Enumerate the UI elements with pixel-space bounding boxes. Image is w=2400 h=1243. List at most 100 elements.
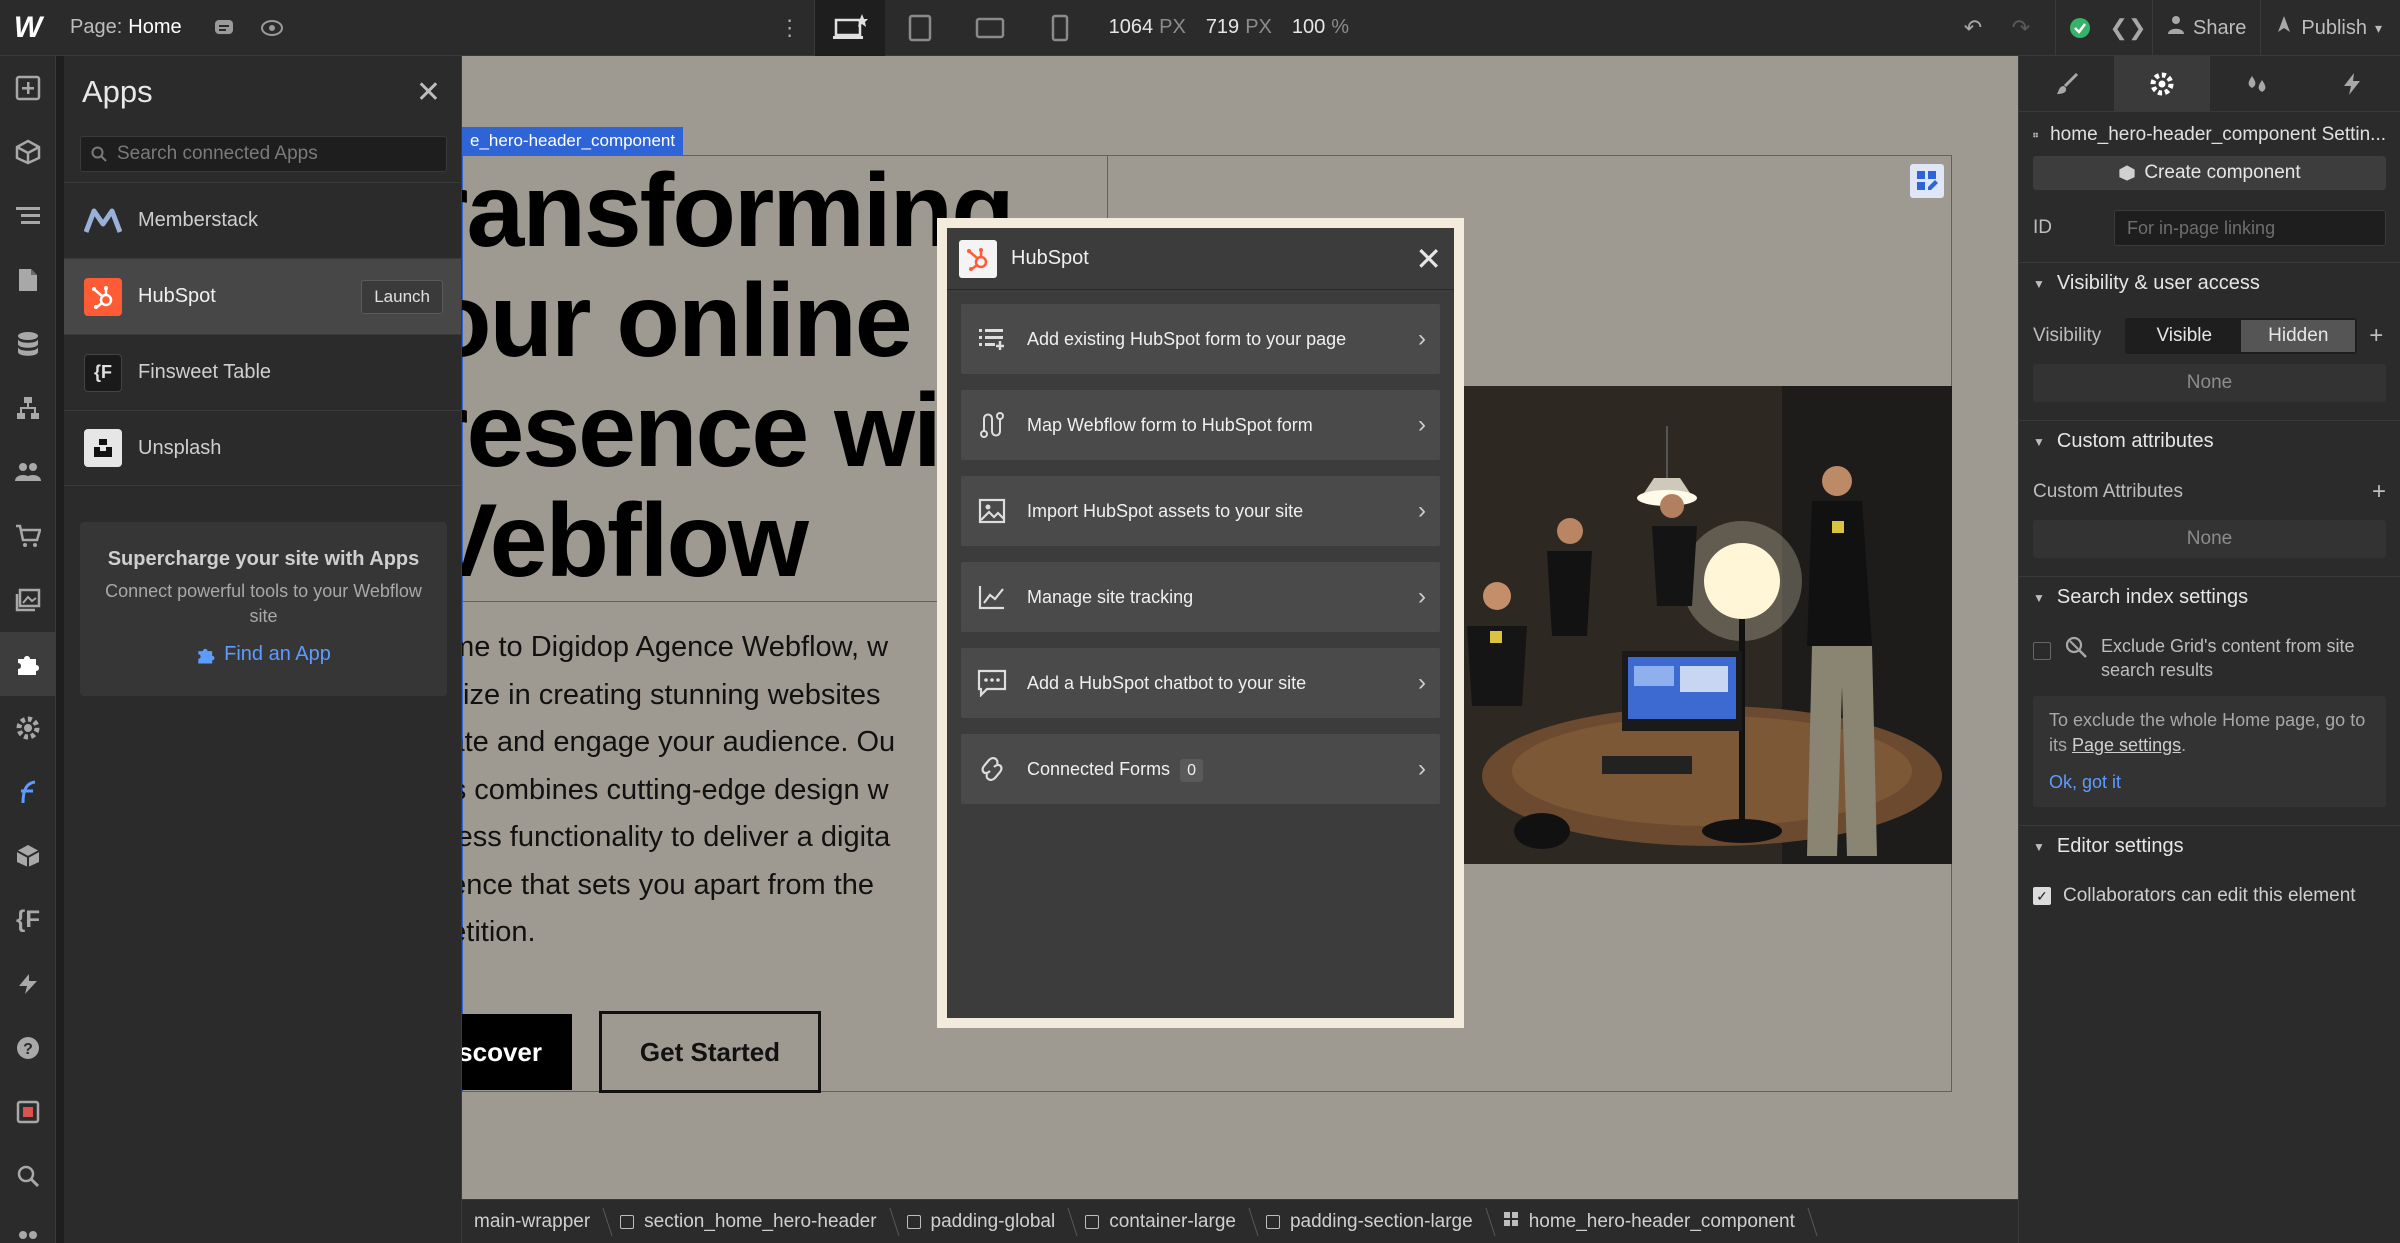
assets-icon[interactable] bbox=[0, 568, 56, 632]
publish-button[interactable]: Publish ▾ bbox=[2261, 0, 2400, 56]
package-box-icon[interactable] bbox=[0, 824, 56, 888]
rocket-icon bbox=[2275, 15, 2293, 41]
interactions-lightning-icon[interactable] bbox=[2305, 56, 2400, 111]
search-icon[interactable] bbox=[0, 1144, 56, 1208]
finsweet-attributes-icon[interactable] bbox=[0, 760, 56, 824]
app-item-memberstack[interactable]: Memberstack bbox=[64, 182, 461, 258]
close-icon[interactable]: ✕ bbox=[1415, 240, 1442, 278]
settings-gear-icon[interactable] bbox=[0, 696, 56, 760]
breadcrumb-item[interactable]: container-large bbox=[1073, 1200, 1254, 1243]
style-manager-drops-icon[interactable] bbox=[2210, 56, 2305, 111]
breadcrumb-item[interactable]: section_home_hero-header bbox=[608, 1200, 894, 1243]
ok-got-it-link[interactable]: Ok, got it bbox=[2049, 770, 2370, 795]
page-settings-link[interactable]: Page settings bbox=[2072, 735, 2181, 755]
breadcrumb-item[interactable]: home_hero-header_component bbox=[1491, 1200, 1813, 1243]
selected-element-label[interactable]: e_hero-header_component bbox=[462, 127, 684, 155]
users-icon[interactable] bbox=[0, 440, 56, 504]
webflow-logo[interactable]: W bbox=[0, 0, 56, 56]
breadcrumb-item[interactable]: padding-global bbox=[895, 1200, 1074, 1243]
section-title: Search index settings bbox=[2056, 586, 2249, 608]
components-icon[interactable] bbox=[0, 120, 56, 184]
redo-icon[interactable]: ↷ bbox=[1997, 0, 2045, 56]
hubspot-action-chatbot[interactable]: Add a HubSpot chatbot to your site › bbox=[961, 648, 1440, 718]
exclude-search-checkbox[interactable] bbox=[2033, 642, 2051, 660]
share-button[interactable]: Share bbox=[2153, 0, 2260, 56]
hidden-option[interactable]: Hidden bbox=[2241, 320, 2356, 352]
add-elements-icon[interactable] bbox=[0, 56, 56, 120]
app-item-hubspot[interactable]: HubSpot Launch bbox=[64, 258, 461, 334]
custom-attributes-section-header[interactable]: ▼ Custom attributes bbox=[2019, 420, 2400, 462]
launch-button[interactable]: Launch bbox=[361, 279, 443, 314]
mobile-landscape-breakpoint-icon[interactable] bbox=[955, 0, 1025, 56]
style-brush-icon[interactable] bbox=[2019, 56, 2114, 111]
app-item-finsweet-table[interactable]: {F Finsweet Table bbox=[64, 334, 461, 410]
code-export-icon[interactable]: ❮❯ bbox=[2104, 0, 2152, 56]
editor-settings-section-header[interactable]: ▼ Editor settings bbox=[2019, 825, 2400, 867]
logic-flow-icon[interactable] bbox=[0, 376, 56, 440]
ecommerce-cart-icon[interactable] bbox=[0, 504, 56, 568]
preview-eye-icon[interactable] bbox=[248, 0, 296, 56]
find-an-app-link[interactable]: Find an App bbox=[196, 643, 331, 666]
tablet-breakpoint-icon[interactable] bbox=[885, 0, 955, 56]
undo-icon[interactable]: ↶ bbox=[1949, 0, 1997, 56]
zoom-value[interactable]: 100 bbox=[1292, 16, 1325, 39]
finsweet-table-icon[interactable]: {F bbox=[0, 888, 56, 952]
link-icon bbox=[975, 754, 1009, 784]
custom-attributes-row: Custom Attributes + bbox=[2019, 470, 2400, 514]
navigator-icon[interactable] bbox=[0, 184, 56, 248]
visible-option[interactable]: Visible bbox=[2127, 320, 2241, 352]
search-index-note: To exclude the whole Home page, go to it… bbox=[2033, 696, 2386, 807]
help-icon[interactable]: ? bbox=[0, 1016, 56, 1080]
hubspot-app-modal: HubSpot ✕ Add existing HubSpot form to y… bbox=[937, 218, 1464, 1028]
width-value[interactable]: 1064 bbox=[1109, 16, 1154, 39]
pages-icon[interactable] bbox=[0, 248, 56, 312]
edit-component-icon[interactable] bbox=[1910, 164, 1944, 198]
page-selector[interactable]: Page: Home bbox=[70, 16, 182, 39]
apps-puzzle-icon[interactable] bbox=[0, 632, 56, 696]
discover-button[interactable]: scover bbox=[462, 1014, 572, 1090]
visibility-toggle: Visible Hidden bbox=[2125, 318, 2358, 354]
settings-gear-icon[interactable] bbox=[2114, 56, 2210, 111]
hubspot-action-add-form[interactable]: Add existing HubSpot form to your page › bbox=[961, 304, 1440, 374]
record-icon[interactable] bbox=[0, 1080, 56, 1144]
caret-down-icon: ▼ bbox=[2033, 434, 2045, 449]
promo-title: Supercharge your site with Apps bbox=[107, 548, 420, 570]
breadcrumb-item[interactable]: main-wrapper bbox=[462, 1200, 608, 1243]
hubspot-action-map-form[interactable]: Map Webflow form to HubSpot form › bbox=[961, 390, 1440, 460]
create-component-button[interactable]: Create component bbox=[2033, 156, 2386, 190]
visibility-section-header[interactable]: ▼ Visibility & user access bbox=[2019, 262, 2400, 304]
hubspot-action-label: Manage site tracking bbox=[1027, 586, 1194, 607]
app-name: Unsplash bbox=[138, 436, 222, 459]
search-index-section-header[interactable]: ▼ Search index settings bbox=[2019, 576, 2400, 618]
create-component-label: Create component bbox=[2144, 162, 2301, 183]
selected-element-name: home_hero-header_component Settin... bbox=[2050, 124, 2386, 145]
search-placeholder: Search connected Apps bbox=[117, 143, 318, 164]
comment-icon[interactable] bbox=[200, 0, 248, 56]
more-options-icon[interactable]: ⋮ bbox=[766, 0, 814, 56]
height-value[interactable]: 719 bbox=[1206, 16, 1239, 39]
close-icon[interactable]: ✕ bbox=[416, 75, 441, 110]
id-input[interactable]: For in-page linking bbox=[2114, 210, 2386, 246]
status-check-icon[interactable] bbox=[2056, 0, 2104, 56]
app-item-unsplash[interactable]: Unsplash bbox=[64, 410, 461, 486]
collaborators-checkbox[interactable]: ✓ bbox=[2033, 887, 2051, 905]
hubspot-action-import-assets[interactable]: Import HubSpot assets to your site › bbox=[961, 476, 1440, 546]
hubspot-action-site-tracking[interactable]: Manage site tracking › bbox=[961, 562, 1440, 632]
search-apps-input[interactable]: Search connected Apps bbox=[80, 136, 447, 172]
hubspot-title: HubSpot bbox=[1011, 247, 1089, 269]
hubspot-action-connected-forms[interactable]: Connected Forms 0 › bbox=[961, 734, 1440, 804]
lightning-icon[interactable] bbox=[0, 952, 56, 1016]
team-icon[interactable] bbox=[0, 1208, 56, 1243]
desktop-breakpoint-icon[interactable] bbox=[814, 0, 885, 56]
hubspot-action-label: Connected Forms 0 bbox=[1027, 758, 1418, 782]
get-started-button[interactable]: Get Started bbox=[599, 1011, 821, 1093]
chevron-right-icon: › bbox=[1418, 669, 1426, 696]
breadcrumb-item[interactable]: padding-section-large bbox=[1254, 1200, 1491, 1243]
add-icon[interactable]: + bbox=[2369, 322, 2383, 350]
add-attribute-icon[interactable]: + bbox=[2372, 478, 2386, 506]
apps-panel-header: Apps ✕ bbox=[64, 56, 461, 128]
image-icon bbox=[975, 498, 1009, 524]
hero-image[interactable] bbox=[1452, 386, 1952, 864]
cms-database-icon[interactable] bbox=[0, 312, 56, 376]
mobile-portrait-breakpoint-icon[interactable] bbox=[1025, 0, 1095, 56]
